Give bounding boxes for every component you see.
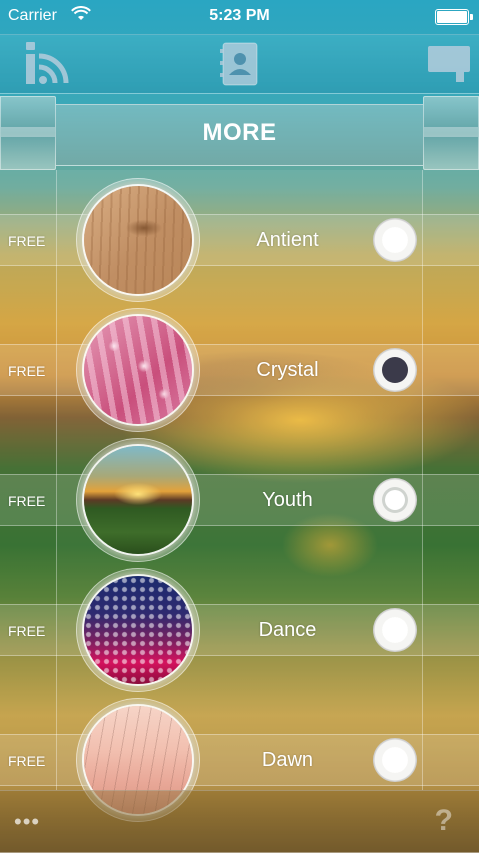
radio-button[interactable] <box>373 478 417 522</box>
price-label: FREE <box>8 233 46 249</box>
more-options-icon[interactable]: ••• <box>14 809 40 835</box>
dance-thumbnail[interactable] <box>84 576 192 684</box>
list-item[interactable]: FREE Youth <box>0 432 479 562</box>
wood-texture-thumbnail[interactable] <box>84 186 192 294</box>
radio-dot <box>382 227 408 253</box>
price-label: FREE <box>8 753 46 769</box>
radio-button[interactable] <box>373 218 417 262</box>
item-name: Antient <box>256 229 319 251</box>
bottom-bar: ••• ? <box>0 790 479 853</box>
left-panel-cap <box>0 96 56 170</box>
title-panel: MORE <box>0 96 479 170</box>
contact-card-icon[interactable] <box>219 41 261 87</box>
item-name: Dawn <box>261 749 314 771</box>
radio-button[interactable] <box>373 738 417 782</box>
list-item[interactable]: FREE Antient <box>0 172 479 302</box>
radio-dot <box>382 487 408 513</box>
sunset-thumbnail[interactable] <box>84 446 192 554</box>
right-panel-cap <box>423 96 479 170</box>
battery-icon <box>435 9 473 25</box>
page-title: MORE <box>202 119 277 146</box>
list-item[interactable]: FREE Dance <box>0 562 479 692</box>
item-name: Dance <box>258 619 317 641</box>
radio-dot <box>382 357 408 383</box>
item-name: Youth <box>262 489 313 511</box>
item-name: Crystal <box>256 359 319 381</box>
radio-button[interactable] <box>373 608 417 652</box>
message-board-icon[interactable] <box>426 44 472 84</box>
price-label: FREE <box>8 623 46 639</box>
top-bar <box>0 34 479 94</box>
radio-dot <box>382 617 408 643</box>
crystal-thumbnail[interactable] <box>84 316 192 424</box>
price-label: FREE <box>8 363 46 379</box>
info-rss-icon[interactable] <box>22 40 78 88</box>
list-item[interactable]: FREE Crystal <box>0 302 479 432</box>
price-label: FREE <box>8 493 46 509</box>
radio-dot <box>382 747 408 773</box>
status-bar: Carrier 5:23 PM <box>0 0 479 34</box>
help-icon[interactable]: ? <box>435 804 453 838</box>
title-bar: MORE <box>56 104 423 166</box>
radio-button[interactable] <box>373 348 417 392</box>
clock: 5:23 PM <box>209 7 270 24</box>
